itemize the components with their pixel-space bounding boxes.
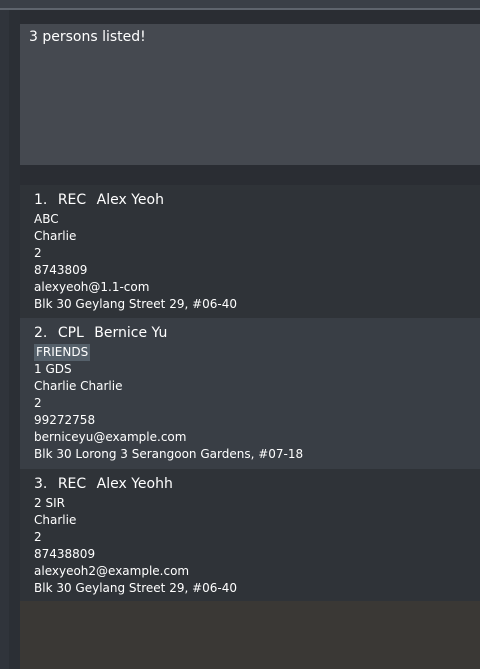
- tag-friends: FRIENDS: [34, 344, 91, 361]
- person-index: 2.: [34, 325, 48, 341]
- person-card[interactable]: 1. REC Alex Yeoh ABC Charlie 2 8743809 a…: [20, 185, 480, 318]
- person-index: 3.: [34, 476, 48, 492]
- left-strip: [0, 10, 9, 669]
- person-card-header: 3. REC Alex Yeohh: [34, 476, 480, 493]
- person-email: berniceyu@example.com: [34, 430, 187, 444]
- person-card-header: 1. REC Alex Yeoh: [34, 192, 480, 209]
- result-message: 3 persons listed!: [29, 29, 146, 45]
- person-name: Bernice Yu: [94, 325, 168, 341]
- person-category: REC: [57, 192, 87, 208]
- person-phone: 99272758: [34, 413, 96, 427]
- person-tags: FRIENDS: [34, 344, 480, 361]
- person-email: alexyeoh2@example.com: [34, 564, 190, 578]
- person-category: REC: [57, 476, 87, 492]
- person-field-1: ABC: [34, 212, 59, 226]
- person-address: Blk 30 Geylang Street 29, #06-40: [34, 581, 238, 595]
- person-address: Blk 30 Geylang Street 29, #06-40: [34, 297, 238, 311]
- result-display: 3 persons listed!: [20, 24, 480, 165]
- person-field-1: 2 SIR: [34, 496, 65, 510]
- person-field-2: Charlie: [34, 513, 77, 527]
- person-field-3: 2: [34, 396, 42, 410]
- window-top-bar: [0, 0, 480, 10]
- person-name: Alex Yeohh: [96, 476, 173, 492]
- person-field-1: 1 GDS: [34, 362, 72, 376]
- person-email: alexyeoh@1.1-com: [34, 280, 150, 294]
- person-field-3: 2: [34, 530, 42, 544]
- person-phone: 87438809: [34, 547, 96, 561]
- person-phone: 8743809: [34, 263, 88, 277]
- person-field-2: Charlie Charlie: [34, 379, 123, 393]
- person-address: Blk 30 Lorong 3 Serangoon Gardens, #07-1…: [34, 447, 304, 461]
- person-field-3: 2: [34, 246, 42, 260]
- person-card[interactable]: 2. CPL Bernice Yu FRIENDS 1 GDS Charlie …: [20, 318, 480, 469]
- person-name: Alex Yeoh: [96, 192, 164, 208]
- person-field-2: Charlie: [34, 229, 77, 243]
- person-list[interactable]: 1. REC Alex Yeoh ABC Charlie 2 8743809 a…: [20, 185, 480, 669]
- person-card[interactable]: 3. REC Alex Yeohh 2 SIR Charlie 2 874388…: [20, 469, 480, 601]
- person-category: CPL: [57, 325, 84, 341]
- person-index: 1.: [34, 192, 48, 208]
- person-card-header: 2. CPL Bernice Yu: [34, 325, 480, 342]
- left-rail: [9, 10, 20, 669]
